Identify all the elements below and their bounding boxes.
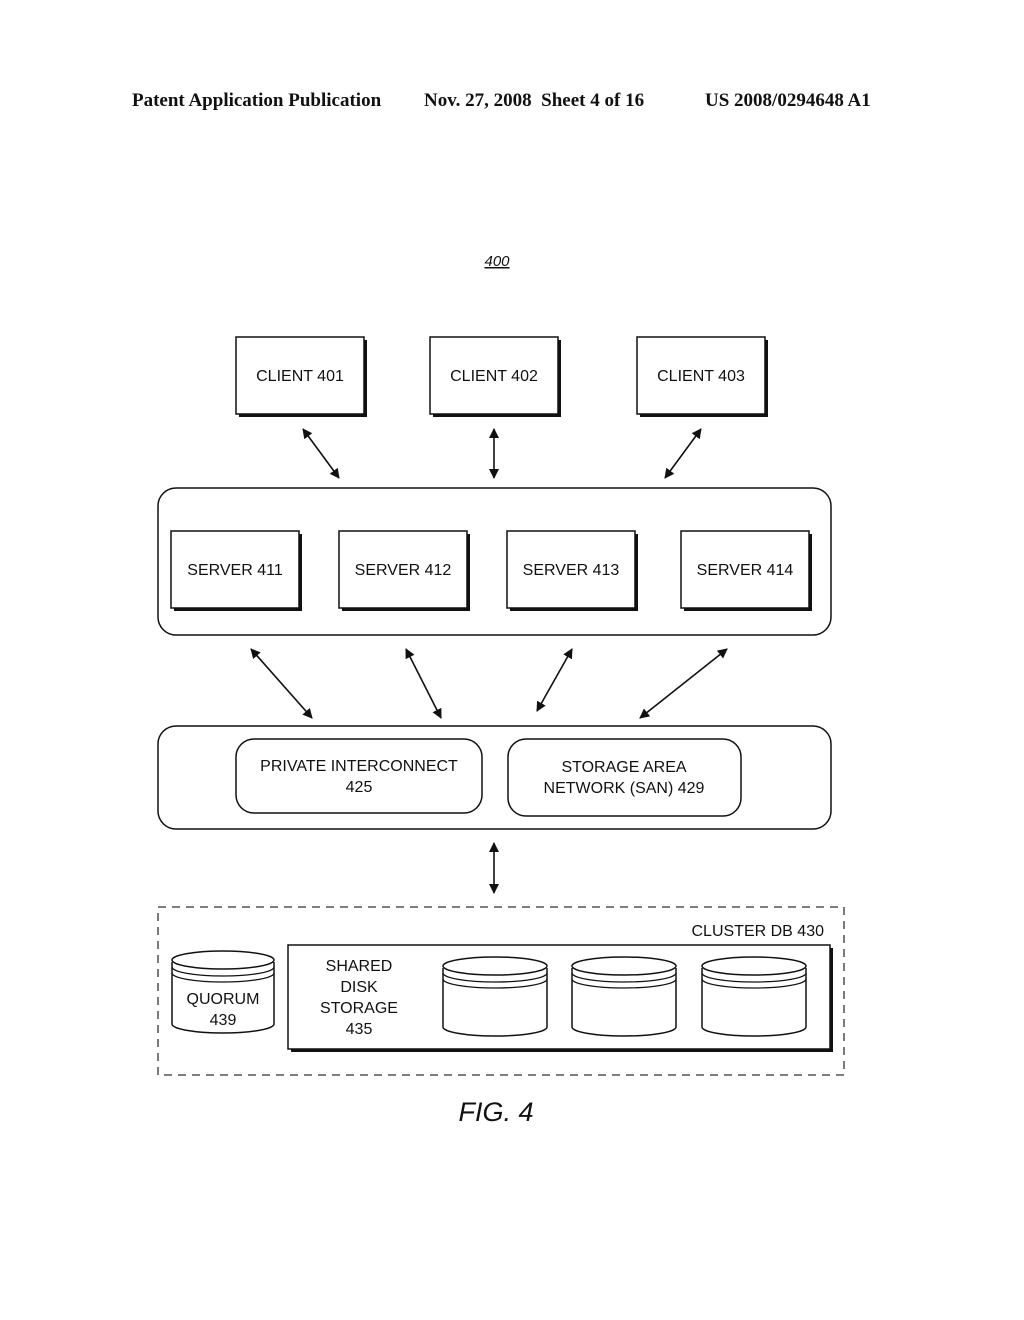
figure-caption: FIG. 4 bbox=[458, 1097, 533, 1127]
server-box: SERVER 414 bbox=[680, 530, 812, 611]
client-label: CLIENT 403 bbox=[657, 368, 745, 385]
private-interconnect-number: 425 bbox=[346, 779, 373, 796]
shared-storage-number: 435 bbox=[346, 1021, 373, 1038]
san-label-line2: NETWORK (SAN) 429 bbox=[544, 780, 705, 797]
shared-storage-label-line1: SHARED bbox=[326, 958, 393, 975]
client-box: CLIENT 403 bbox=[636, 336, 768, 417]
client-box: CLIENT 402 bbox=[429, 336, 561, 417]
server-label: SERVER 414 bbox=[697, 562, 794, 579]
private-interconnect: PRIVATE INTERCONNECT 425 bbox=[235, 738, 483, 814]
server-label: SERVER 412 bbox=[355, 562, 452, 579]
quorum-label: QUORUM bbox=[187, 991, 260, 1008]
quorum-disk: QUORUM 439 bbox=[171, 950, 275, 1034]
server-label: SERVER 411 bbox=[187, 562, 283, 579]
client-label: CLIENT 402 bbox=[450, 368, 538, 385]
shared-storage-label-line3: STORAGE bbox=[320, 1000, 398, 1017]
server-box: SERVER 413 bbox=[506, 530, 638, 611]
shared-disk-storage: SHARED DISK STORAGE 435 bbox=[287, 944, 833, 1052]
cluster-db-label: CLUSTER DB 430 bbox=[692, 923, 825, 940]
bidirectional-arrow-icon bbox=[302, 428, 340, 479]
client-box: CLIENT 401 bbox=[235, 336, 367, 417]
bidirectional-arrow-icon bbox=[664, 428, 702, 479]
bidirectional-arrow-icon bbox=[405, 648, 442, 719]
quorum-number: 439 bbox=[210, 1012, 237, 1029]
server-box: SERVER 411 bbox=[170, 530, 302, 611]
client-label: CLIENT 401 bbox=[256, 368, 344, 385]
shared-storage-label-line2: DISK bbox=[340, 979, 378, 996]
diagram: 400 CLIENT 401 CLIENT 402 CLIENT 403 SER… bbox=[157, 253, 845, 1127]
bidirectional-arrow-icon bbox=[250, 648, 313, 719]
disk-cylinder-icon bbox=[571, 956, 677, 1037]
san-label-line1: STORAGE AREA bbox=[561, 759, 686, 776]
server-label: SERVER 413 bbox=[523, 562, 620, 579]
storage-area-network: STORAGE AREA NETWORK (SAN) 429 bbox=[507, 738, 742, 817]
disk-cylinder-icon bbox=[701, 956, 807, 1037]
disk-cylinder-icon bbox=[442, 956, 548, 1037]
private-interconnect-label: PRIVATE INTERCONNECT bbox=[260, 758, 458, 775]
figure-reference: 400 bbox=[484, 253, 510, 270]
bidirectional-arrow-icon bbox=[536, 648, 573, 712]
bidirectional-arrow-icon bbox=[639, 648, 728, 719]
server-box: SERVER 412 bbox=[338, 530, 470, 611]
